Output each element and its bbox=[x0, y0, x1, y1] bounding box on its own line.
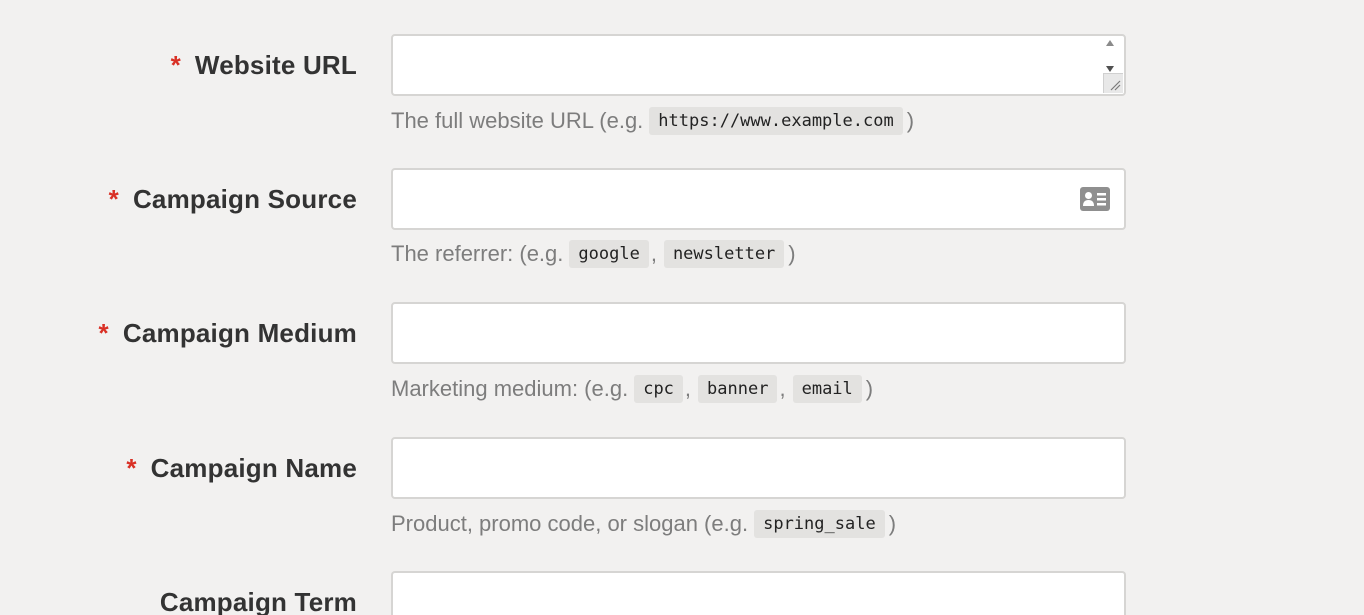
hint-separator: , bbox=[684, 376, 692, 401]
campaign-term-label: Campaign Term bbox=[160, 571, 357, 615]
hint-separator: , bbox=[650, 241, 657, 266]
hint-separator: , bbox=[779, 376, 786, 401]
campaign-medium-hint: Marketing medium: (e.g. cpc , banner , e… bbox=[391, 373, 873, 405]
campaign-term-input[interactable] bbox=[393, 573, 1124, 615]
campaign-name-label: * Campaign Name bbox=[126, 437, 357, 499]
campaign-name-field[interactable] bbox=[391, 437, 1126, 499]
required-asterisk: * bbox=[98, 317, 109, 348]
resize-grip-icon[interactable] bbox=[1103, 73, 1123, 93]
campaign-name-input[interactable] bbox=[393, 439, 1124, 497]
website-url-field[interactable] bbox=[391, 34, 1126, 96]
campaign-source-input[interactable] bbox=[393, 170, 1124, 228]
hint-close-paren: ) bbox=[865, 376, 874, 401]
campaign-name-hint: Product, promo code, or slogan (e.g. spr… bbox=[391, 508, 896, 540]
utm-builder-form: * Website URL The full website URL (e.g.… bbox=[0, 0, 1364, 615]
contact-card-icon[interactable] bbox=[1080, 187, 1110, 211]
campaign-source-label: * Campaign Source bbox=[109, 168, 357, 230]
hint-text: Marketing medium: (e.g. bbox=[391, 376, 629, 401]
hint-text: Product, promo code, or slogan (e.g. bbox=[391, 511, 749, 536]
hint-example-code: https://www.example.com bbox=[649, 107, 903, 135]
spinner-down-icon[interactable] bbox=[1106, 66, 1114, 72]
campaign-source-label-text: Campaign Source bbox=[132, 183, 357, 214]
hint-example-code: newsletter bbox=[663, 240, 785, 268]
website-url-textarea[interactable] bbox=[393, 36, 1124, 94]
campaign-medium-label: * Campaign Medium bbox=[99, 302, 357, 364]
hint-text: The full website URL (e.g. bbox=[391, 108, 644, 133]
hint-close-paren: ) bbox=[888, 511, 897, 536]
campaign-term-field[interactable] bbox=[391, 571, 1126, 615]
campaign-source-hint: The referrer: (e.g. google , newsletter … bbox=[391, 238, 796, 270]
campaign-term-label-text: Campaign Term bbox=[159, 587, 357, 615]
required-asterisk: * bbox=[126, 452, 137, 483]
hint-close-paren: ) bbox=[906, 108, 915, 133]
campaign-medium-field[interactable] bbox=[391, 302, 1126, 364]
hint-example-code: google bbox=[569, 240, 649, 268]
hint-close-paren: ) bbox=[788, 241, 796, 266]
campaign-medium-input[interactable] bbox=[393, 304, 1124, 362]
website-url-label-text: Website URL bbox=[194, 49, 357, 80]
hint-example-code: email bbox=[792, 375, 862, 403]
spinner-arrows-icon[interactable] bbox=[1104, 40, 1116, 72]
hint-example-code: spring_sale bbox=[754, 510, 885, 538]
campaign-source-field[interactable] bbox=[391, 168, 1126, 230]
required-asterisk: * bbox=[170, 49, 181, 80]
spinner-up-icon[interactable] bbox=[1106, 40, 1114, 46]
website-url-label: * Website URL bbox=[171, 34, 357, 96]
website-url-hint: The full website URL (e.g. https://www.e… bbox=[391, 105, 914, 137]
hint-example-code: banner bbox=[698, 375, 778, 403]
hint-text: The referrer: (e.g. bbox=[391, 241, 564, 266]
required-asterisk: * bbox=[108, 183, 119, 214]
hint-example-code: cpc bbox=[634, 375, 683, 403]
campaign-name-label-text: Campaign Name bbox=[150, 452, 357, 483]
campaign-medium-label-text: Campaign Medium bbox=[122, 317, 357, 348]
